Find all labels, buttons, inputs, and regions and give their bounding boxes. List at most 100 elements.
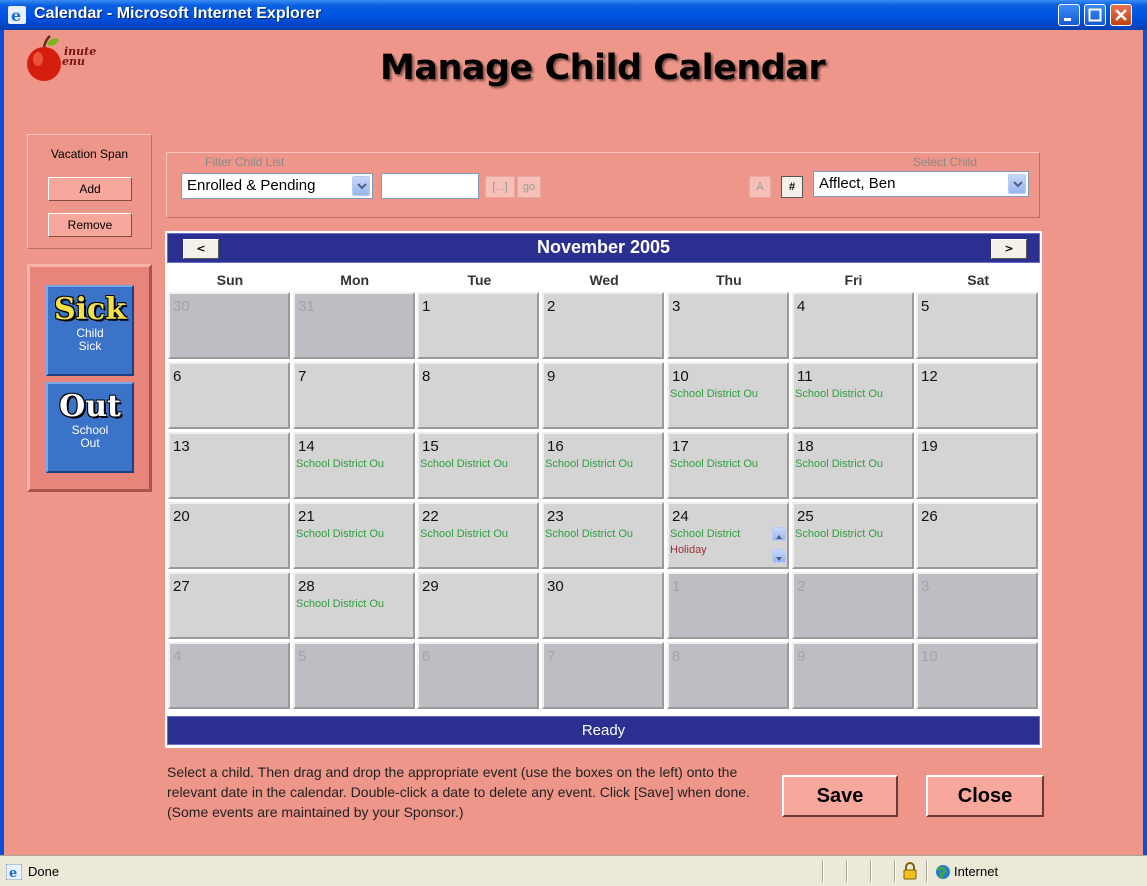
day-number: 19 xyxy=(921,438,938,455)
calendar-day-cell[interactable]: 2 xyxy=(542,292,664,359)
calendar-day-cell[interactable]: 19 xyxy=(916,432,1038,499)
calendar-day-cell[interactable]: 21 School District Ou xyxy=(293,502,415,569)
calendar-event: School District Ou xyxy=(795,388,884,400)
calendar-day-cell[interactable]: 6 xyxy=(417,642,539,709)
calendar-day-cell[interactable]: 8 xyxy=(667,642,789,709)
day-number: 28 xyxy=(298,578,315,595)
calendar-day-cell[interactable]: 14 School District Ou xyxy=(293,432,415,499)
calendar-day-cell[interactable]: 6 xyxy=(168,362,290,429)
calendar-day-cell[interactable]: 5 xyxy=(293,642,415,709)
day-number: 17 xyxy=(672,438,689,455)
calendar-day-cell[interactable]: 3 xyxy=(916,572,1038,639)
calendar-day-cell[interactable]: 9 xyxy=(792,642,914,709)
calendar-day-cell[interactable]: 22 School District Ou xyxy=(417,502,539,569)
alpha-sort-button[interactable]: A xyxy=(749,176,771,198)
status-text: Done xyxy=(28,864,60,879)
lock-icon xyxy=(902,862,918,883)
calendar-day-cell[interactable]: 13 xyxy=(168,432,290,499)
calendar-header: < November 2005 > xyxy=(167,233,1040,263)
day-number: 8 xyxy=(672,648,681,665)
calendar-day-cell[interactable]: 2 xyxy=(792,572,914,639)
calendar-day-cell[interactable]: 16 School District Ou xyxy=(542,432,664,499)
close-button[interactable]: Close xyxy=(926,775,1044,817)
calendar-day-cell[interactable]: 8 xyxy=(417,362,539,429)
vacation-remove-button[interactable]: Remove xyxy=(48,213,132,237)
day-number: 7 xyxy=(547,648,556,665)
statusbar-divider xyxy=(822,860,824,882)
day-number: 23 xyxy=(547,508,564,525)
select-child-select[interactable]: Afflect, Ben xyxy=(813,171,1029,197)
filter-search-input[interactable] xyxy=(381,173,479,199)
calendar-day-cell[interactable]: 3 xyxy=(667,292,789,359)
vacation-add-button[interactable]: Add xyxy=(48,177,132,201)
calendar-day-cell[interactable]: 27 xyxy=(168,572,290,639)
day-number: 30 xyxy=(173,298,190,315)
close-window-button[interactable] xyxy=(1110,4,1132,26)
calendar-day-cell[interactable]: 4 xyxy=(168,642,290,709)
calendar-event: School District Ou xyxy=(420,528,509,540)
statusbar-divider xyxy=(894,860,896,882)
day-number: 22 xyxy=(422,508,439,525)
chevron-down-icon[interactable] xyxy=(1008,174,1026,194)
out-event-label-2: Out xyxy=(80,436,100,450)
day-number: 30 xyxy=(547,578,564,595)
filter-child-list-value: Enrolled & Pending xyxy=(187,177,316,194)
calendar-day-cell[interactable]: 1 xyxy=(667,572,789,639)
calendar-day-cell[interactable]: 7 xyxy=(542,642,664,709)
statusbar-divider xyxy=(926,860,928,882)
scroll-up-icon[interactable] xyxy=(772,527,786,541)
calendar-day-cell[interactable]: 12 xyxy=(916,362,1038,429)
go-button[interactable]: go xyxy=(517,176,541,198)
calendar-day-cell[interactable]: 26 xyxy=(916,502,1038,569)
calendar-day-cell[interactable]: 30 xyxy=(542,572,664,639)
calendar-day-cell[interactable]: 28 School District Ou xyxy=(293,572,415,639)
day-of-week-header: Mon xyxy=(340,272,370,288)
calendar-day-cell[interactable]: 24 School District Holiday xyxy=(667,502,789,569)
calendar-day-cell[interactable]: 30 xyxy=(168,292,290,359)
calendar-day-cell[interactable]: 7 xyxy=(293,362,415,429)
calendar-event: School District Ou xyxy=(545,458,634,470)
maximize-button[interactable] xyxy=(1084,4,1106,26)
calendar-day-cell[interactable]: 17 School District Ou xyxy=(667,432,789,499)
calendar-day-cell[interactable]: 18 School District Ou xyxy=(792,432,914,499)
calendar-day-cell[interactable]: 20 xyxy=(168,502,290,569)
day-number: 24 xyxy=(672,508,689,525)
calendar-day-cell[interactable]: 9 xyxy=(542,362,664,429)
chevron-down-icon[interactable] xyxy=(352,176,370,196)
calendar-event: School District Ou xyxy=(296,458,385,470)
day-number: 9 xyxy=(797,648,806,665)
filter-child-list-select[interactable]: Enrolled & Pending xyxy=(181,173,373,199)
day-number: 27 xyxy=(173,578,190,595)
browse-button[interactable]: [...] xyxy=(485,176,515,198)
save-button[interactable]: Save xyxy=(782,775,898,817)
instructions-text: Select a child. Then drag and drop the a… xyxy=(167,764,750,820)
calendar-day-cell[interactable]: 5 xyxy=(916,292,1038,359)
vacation-span-panel: Vacation Span Add Remove xyxy=(27,134,152,249)
school-out-event[interactable]: Out School Out xyxy=(46,382,134,473)
minimize-button[interactable] xyxy=(1058,4,1080,26)
day-of-week-header: Thu xyxy=(715,272,742,288)
calendar-day-cell[interactable]: 10 xyxy=(916,642,1038,709)
svg-text:e: e xyxy=(11,6,21,24)
calendar-day-cell[interactable]: 4 xyxy=(792,292,914,359)
day-number: 31 xyxy=(298,298,315,315)
calendar-day-cell[interactable]: 25 School District Ou xyxy=(792,502,914,569)
calendar-day-cell[interactable]: 23 School District Ou xyxy=(542,502,664,569)
calendar-day-cell[interactable]: 31 xyxy=(293,292,415,359)
calendar-day-cell[interactable]: 15 School District Ou xyxy=(417,432,539,499)
calendar-day-cell[interactable]: 11 School District Ou xyxy=(792,362,914,429)
window-title: Calendar - Microsoft Internet Explorer xyxy=(34,5,322,22)
calendar-day-cell[interactable]: 10 School District Ou xyxy=(667,362,789,429)
calendar-day-cell[interactable]: 1 xyxy=(417,292,539,359)
scroll-down-icon[interactable] xyxy=(772,549,786,563)
day-number: 18 xyxy=(797,438,814,455)
event-list-scrollbar[interactable] xyxy=(772,527,786,563)
day-number: 25 xyxy=(797,508,814,525)
next-month-button[interactable]: > xyxy=(991,239,1027,259)
day-number: 1 xyxy=(672,578,681,595)
child-sick-event[interactable]: Sick Child Sick xyxy=(46,285,134,376)
logo: inute enu xyxy=(22,33,132,91)
calendar-day-cell[interactable]: 29 xyxy=(417,572,539,639)
number-sort-button[interactable]: # xyxy=(781,176,803,198)
out-event-graphic: Out xyxy=(59,389,121,424)
